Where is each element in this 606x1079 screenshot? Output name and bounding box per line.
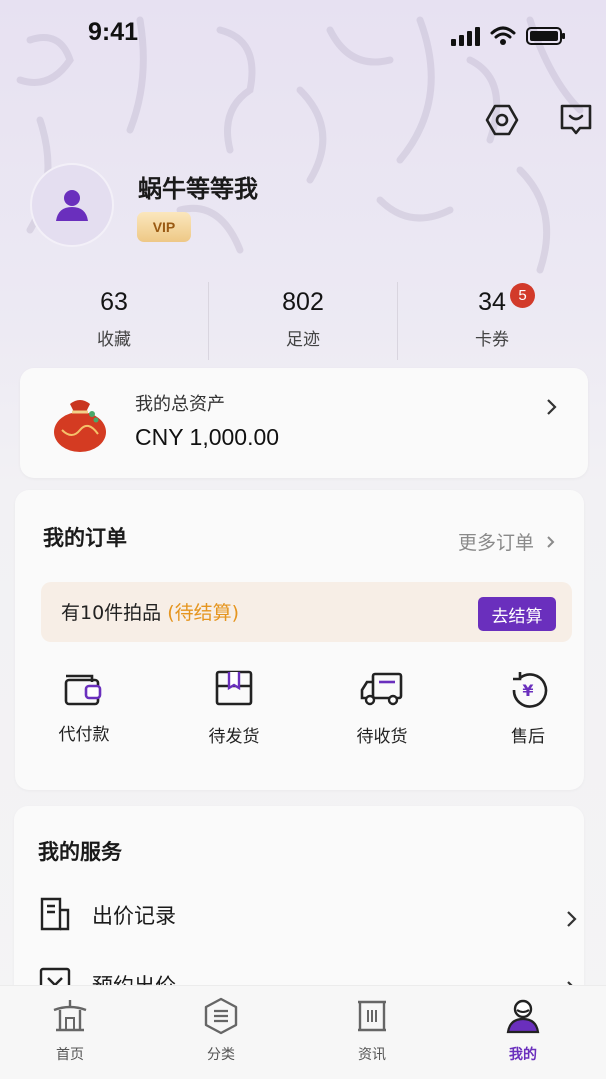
battery-icon	[526, 27, 565, 45]
chevron-right-icon	[547, 399, 557, 415]
stat-value: 34	[478, 288, 506, 316]
stat-favorites[interactable]: 63 收藏	[20, 282, 208, 360]
money-bag-icon	[54, 400, 106, 452]
services-title: 我的服务	[38, 840, 122, 864]
message-icon[interactable]	[556, 100, 596, 140]
stat-coupons[interactable]: 34 卡券	[397, 282, 586, 360]
signal-icon	[451, 27, 480, 46]
settle-button[interactable]: 去结算	[478, 597, 556, 631]
avatar[interactable]	[30, 163, 114, 247]
refund-icon: ¥	[512, 672, 548, 708]
wifi-icon	[490, 26, 516, 45]
truck-icon	[360, 672, 403, 706]
header-actions	[406, 100, 606, 144]
pending-prefix: 有10件拍品	[61, 602, 162, 624]
coupon-count-badge: 5	[510, 283, 535, 308]
tab-news[interactable]: 资讯	[332, 996, 412, 1064]
status-bar: 9:41	[0, 0, 606, 70]
stat-history[interactable]: 802 足迹	[208, 282, 397, 360]
assets-title: 我的总资产	[135, 394, 225, 415]
svg-text:¥: ¥	[522, 681, 533, 700]
more-orders-link[interactable]: 更多订单	[458, 528, 556, 555]
service-label: 出价记录	[92, 904, 176, 928]
wallet-icon	[64, 674, 102, 706]
home-pavilion-icon	[53, 1000, 87, 1032]
order-pending-receipt[interactable]: 待收货	[327, 668, 437, 747]
assets-amount: CNY 1,000.00	[135, 424, 280, 450]
tab-home[interactable]: 首页	[30, 996, 110, 1064]
chevron-right-icon	[547, 536, 555, 548]
status-icons	[450, 26, 566, 46]
news-icon	[358, 1000, 386, 1032]
tab-label: 首页	[56, 1047, 84, 1063]
more-orders-label: 更多订单	[457, 532, 534, 554]
order-item-label: 待发货	[208, 727, 260, 747]
stat-value: 802	[282, 288, 324, 316]
tab-profile[interactable]: 我的	[483, 996, 563, 1064]
box-icon	[215, 670, 253, 706]
stat-label: 足迹	[286, 330, 320, 350]
service-item-bid-record[interactable]: 出价记录	[38, 894, 577, 934]
tab-category[interactable]: 分类	[181, 996, 261, 1064]
order-pending-shipment[interactable]: 待发货	[179, 668, 289, 747]
bottom-tab-bar: 首页 分类 资讯 我的	[0, 985, 606, 1079]
pending-settlement-banner: 有10件拍品 (待结算) 去结算	[41, 582, 572, 642]
profile-icon	[506, 999, 540, 1034]
status-time: 9:41	[88, 18, 139, 46]
order-item-label: 待收货	[356, 727, 408, 747]
category-icon	[204, 997, 238, 1035]
pending-text: 有10件拍品 (待结算)	[61, 598, 239, 625]
stat-value: 63	[100, 288, 128, 316]
vip-badge: VIP	[137, 212, 191, 242]
assets-card[interactable]: 我的总资产 CNY 1,000.00	[20, 368, 588, 478]
order-pending-payment[interactable]: 代付款	[29, 668, 139, 745]
stat-label: 收藏	[97, 330, 131, 350]
orders-title: 我的订单	[43, 526, 127, 550]
order-status-row: 代付款 待发货 待收货 ¥ 售后	[15, 668, 584, 768]
tab-label: 我的	[509, 1047, 537, 1063]
user-avatar-icon	[56, 190, 88, 221]
bid-record-icon	[40, 897, 70, 931]
tab-label: 分类	[207, 1047, 235, 1063]
settings-icon[interactable]	[482, 100, 522, 140]
stat-label: 卡券	[475, 330, 509, 350]
username: 蜗牛等等我	[138, 175, 258, 203]
stats-row: 63 收藏 802 足迹 34 卡券	[20, 282, 586, 360]
chevron-right-icon	[567, 911, 577, 927]
orders-card: 我的订单 更多订单 有10件拍品 (待结算) 去结算 代付款 待发货 待收货 ¥…	[15, 490, 584, 790]
order-item-label: 售后	[511, 727, 545, 747]
tab-label: 资讯	[358, 1047, 386, 1063]
order-item-label: 代付款	[58, 725, 110, 745]
order-after-sales[interactable]: ¥ 售后	[473, 668, 583, 747]
pending-status: (待结算)	[167, 602, 240, 624]
